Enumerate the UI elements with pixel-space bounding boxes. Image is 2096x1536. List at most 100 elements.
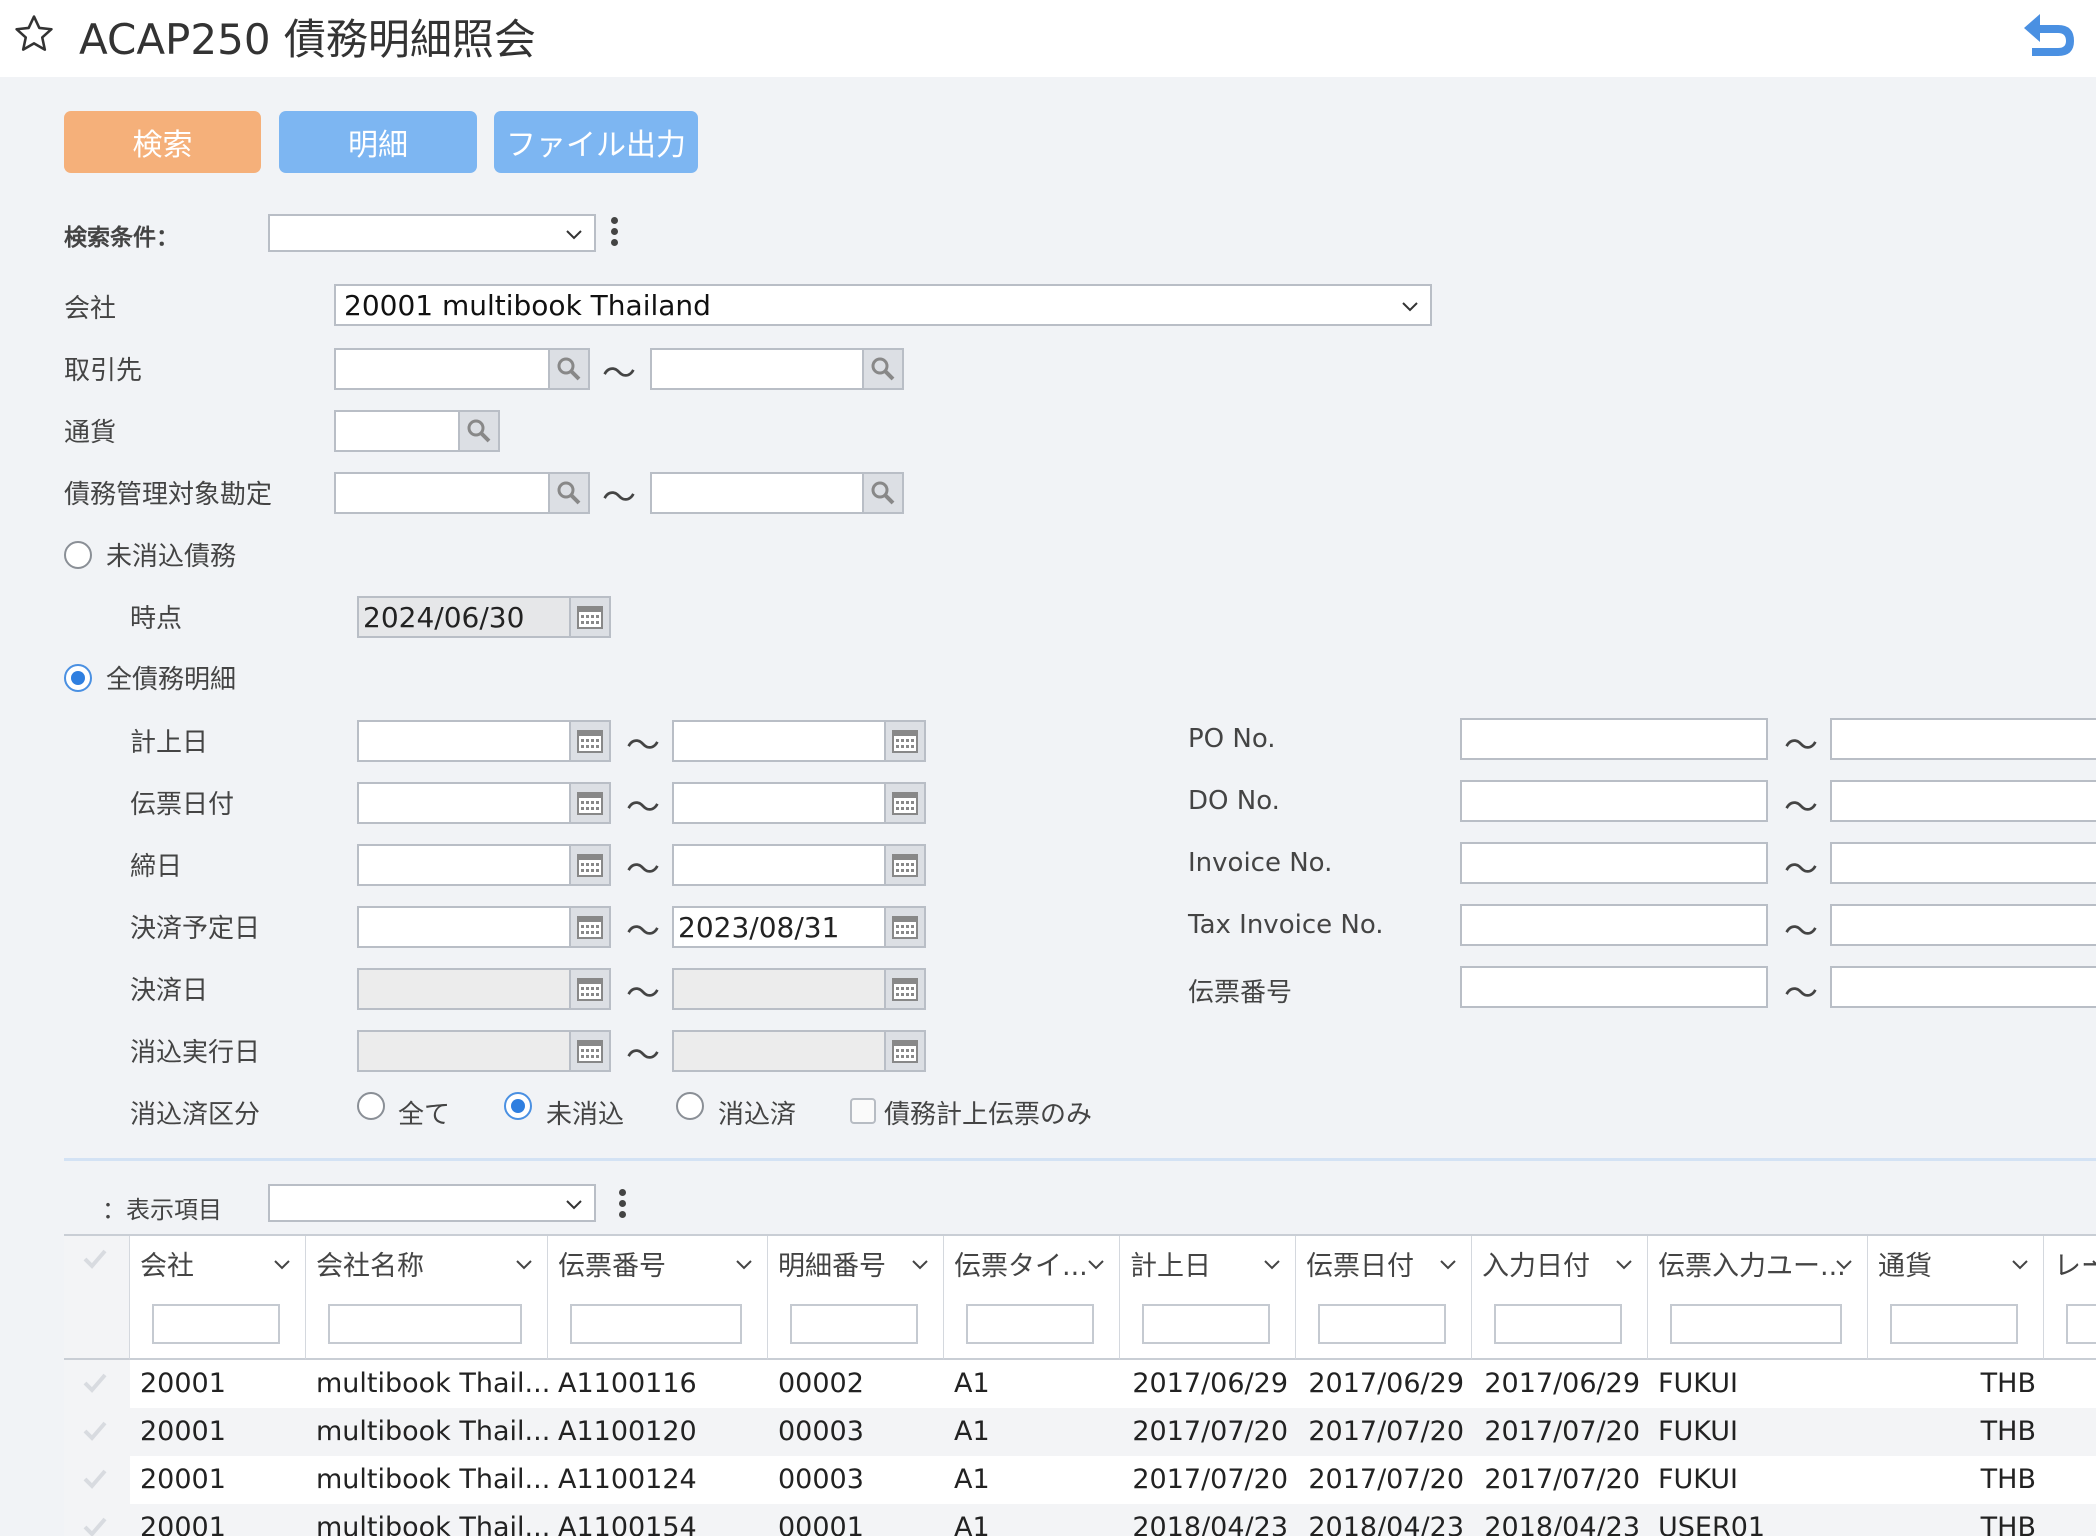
date-from-input[interactable] <box>357 906 611 948</box>
payable-only-checkbox[interactable] <box>850 1098 876 1124</box>
date-from-input[interactable] <box>357 844 611 886</box>
company-select[interactable]: 20001 multibook Thailand <box>334 284 1432 326</box>
search-lookup-icon[interactable] <box>548 348 590 390</box>
calendar-icon[interactable] <box>569 1030 611 1072</box>
date-from-input[interactable] <box>357 720 611 762</box>
date-to-input[interactable] <box>672 1030 926 1072</box>
calendar-icon[interactable] <box>569 906 611 948</box>
calendar-icon[interactable] <box>884 906 926 948</box>
column-filter-input[interactable] <box>1318 1304 1446 1344</box>
search-condition-select[interactable] <box>268 214 596 252</box>
right-field-to-input[interactable] <box>1830 780 2096 822</box>
partner-from-input[interactable] <box>334 348 590 390</box>
column-filter-input[interactable] <box>1670 1304 1842 1344</box>
chevron-down-icon[interactable] <box>1614 1254 1634 1274</box>
grid-column-header[interactable]: 伝票日付 <box>1296 1236 1472 1360</box>
chevron-down-icon[interactable] <box>910 1254 930 1274</box>
grid-column-header[interactable]: 入力日付 <box>1472 1236 1648 1360</box>
table-row[interactable]: 20001 multibook Thail... A1100154 00001 A1 20… <box>64 1504 2096 1536</box>
column-filter-input[interactable] <box>1890 1304 2018 1344</box>
column-filter-input[interactable] <box>1142 1304 1270 1344</box>
right-field-to-input[interactable] <box>1830 842 2096 884</box>
calendar-icon[interactable] <box>884 782 926 824</box>
column-filter-input[interactable] <box>966 1304 1094 1344</box>
point-date-input[interactable]: 2024/06/30 <box>357 596 611 638</box>
column-filter-input[interactable] <box>2066 1304 2096 1344</box>
row-check-icon[interactable] <box>82 1516 108 1536</box>
chevron-down-icon[interactable] <box>2010 1254 2030 1274</box>
favorite-star-icon[interactable] <box>12 12 56 56</box>
row-select-cell[interactable] <box>64 1408 130 1456</box>
grid-column-header[interactable]: 伝票番号 <box>548 1236 768 1360</box>
right-field-to-input[interactable] <box>1830 904 2096 946</box>
grid-column-header[interactable]: 通貨 <box>1868 1236 2044 1360</box>
table-row[interactable]: 20001 multibook Thail... A1100116 00002 A1 20… <box>64 1360 2096 1408</box>
calendar-icon[interactable] <box>569 596 611 638</box>
table-row[interactable]: 20001 multibook Thail... A1100124 00003 A1 20… <box>64 1456 2096 1504</box>
search-lookup-icon[interactable] <box>862 472 904 514</box>
grid-column-header[interactable]: 計上日 <box>1120 1236 1296 1360</box>
calendar-icon[interactable] <box>569 968 611 1010</box>
row-select-cell[interactable] <box>64 1360 130 1408</box>
all-detail-radio[interactable] <box>64 664 92 692</box>
grid-column-header[interactable]: 会社 <box>130 1236 306 1360</box>
unsettled-radio[interactable] <box>64 541 92 569</box>
display-items-select[interactable] <box>268 1184 596 1222</box>
chevron-down-icon[interactable] <box>272 1254 292 1274</box>
right-field-from-input[interactable] <box>1460 842 1768 884</box>
date-from-input[interactable] <box>357 968 611 1010</box>
back-arrow-icon[interactable] <box>2018 8 2076 62</box>
right-field-from-input[interactable] <box>1460 966 1768 1008</box>
search-button[interactable]: 検索 <box>64 111 261 173</box>
chevron-down-icon[interactable] <box>734 1254 754 1274</box>
date-to-input[interactable] <box>672 844 926 886</box>
date-from-input[interactable] <box>357 1030 611 1072</box>
date-from-input[interactable] <box>357 782 611 824</box>
account-from-input[interactable] <box>334 472 590 514</box>
calendar-icon[interactable] <box>884 1030 926 1072</box>
grid-select-all-header[interactable] <box>64 1236 130 1360</box>
grid-column-header[interactable]: 会社名称 <box>306 1236 548 1360</box>
column-filter-input[interactable] <box>328 1304 522 1344</box>
row-check-icon[interactable] <box>82 1420 108 1442</box>
currency-input[interactable] <box>334 410 500 452</box>
calendar-icon[interactable] <box>569 720 611 762</box>
clear-settled-radio[interactable] <box>676 1092 704 1120</box>
chevron-down-icon[interactable] <box>1834 1254 1854 1274</box>
select-all-check-icon[interactable] <box>82 1248 108 1270</box>
calendar-icon[interactable] <box>884 720 926 762</box>
right-field-from-input[interactable] <box>1460 718 1768 760</box>
table-row[interactable]: 20001 multibook Thail... A1100120 00003 A1 20… <box>64 1408 2096 1456</box>
right-field-to-input[interactable] <box>1830 966 2096 1008</box>
right-field-from-input[interactable] <box>1460 780 1768 822</box>
clear-unsettled-radio[interactable] <box>504 1092 532 1120</box>
column-filter-input[interactable] <box>790 1304 918 1344</box>
date-to-input[interactable] <box>672 782 926 824</box>
calendar-icon[interactable] <box>569 782 611 824</box>
partner-to-input[interactable] <box>650 348 904 390</box>
row-check-icon[interactable] <box>82 1468 108 1490</box>
search-condition-menu-icon[interactable] <box>608 214 620 252</box>
row-select-cell[interactable] <box>64 1456 130 1504</box>
chevron-down-icon[interactable] <box>1262 1254 1282 1274</box>
account-to-input[interactable] <box>650 472 904 514</box>
column-filter-input[interactable] <box>152 1304 280 1344</box>
chevron-down-icon[interactable] <box>514 1254 534 1274</box>
clear-all-radio[interactable] <box>357 1092 385 1120</box>
column-filter-input[interactable] <box>1494 1304 1622 1344</box>
row-check-icon[interactable] <box>82 1372 108 1394</box>
search-lookup-icon[interactable] <box>548 472 590 514</box>
calendar-icon[interactable] <box>569 844 611 886</box>
date-to-input[interactable]: 2023/08/31 <box>672 906 926 948</box>
grid-column-header[interactable]: 伝票入力ユー... <box>1648 1236 1868 1360</box>
chevron-down-icon[interactable] <box>2090 1254 2096 1274</box>
grid-column-header[interactable]: 伝票タイ... <box>944 1236 1120 1360</box>
column-filter-input[interactable] <box>570 1304 742 1344</box>
search-lookup-icon[interactable] <box>458 410 500 452</box>
display-items-menu-icon[interactable] <box>616 1186 628 1224</box>
grid-column-header[interactable]: レー <box>2044 1236 2096 1360</box>
date-to-input[interactable] <box>672 720 926 762</box>
row-select-cell[interactable] <box>64 1504 130 1536</box>
right-field-to-input[interactable] <box>1830 718 2096 760</box>
calendar-icon[interactable] <box>884 968 926 1010</box>
